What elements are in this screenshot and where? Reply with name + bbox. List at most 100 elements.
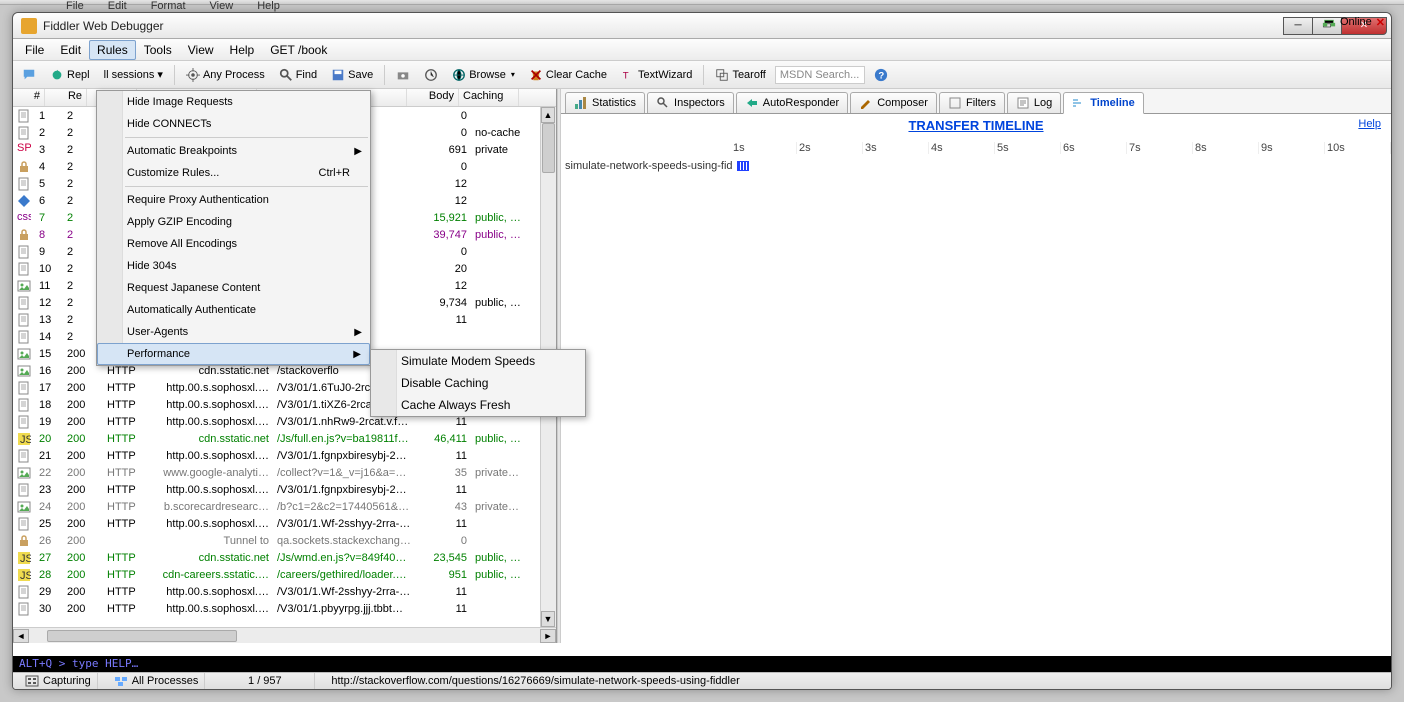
- save-button[interactable]: Save: [326, 66, 378, 84]
- row-icon: JS: [17, 432, 33, 446]
- textwizard-button[interactable]: TTextWizard: [616, 66, 697, 84]
- menu-help[interactable]: Help: [222, 40, 263, 60]
- svg-text:?: ?: [878, 70, 884, 81]
- menu-tools[interactable]: Tools: [136, 40, 180, 60]
- session-row[interactable]: 25200HTTPhttp.00.s.sophosxl.…/V3/01/1.Wf…: [13, 515, 556, 532]
- status-capturing[interactable]: Capturing: [19, 673, 98, 689]
- timeline-panel: TRANSFER TIMELINE Help 1s2s3s4s5s6s7s8s9…: [561, 114, 1391, 643]
- timeline-tick: 10s: [1325, 142, 1391, 154]
- svg-text:JS: JS: [20, 434, 31, 446]
- online-indicator[interactable]: Online ✕: [1322, 15, 1385, 29]
- row-icon: [17, 330, 33, 344]
- menu-item-automatic-breakpoints[interactable]: Automatic Breakpoints▶: [97, 140, 370, 162]
- submenu-item-cache-always-fresh[interactable]: Cache Always Fresh: [371, 394, 585, 416]
- tab-inspectors[interactable]: Inspectors: [647, 92, 734, 113]
- menu-file[interactable]: File: [17, 40, 52, 60]
- textwizard-icon: T: [621, 68, 635, 82]
- help-button[interactable]: ?: [869, 66, 893, 84]
- menu-item-hide-connects[interactable]: Hide CONNECTs: [97, 113, 370, 135]
- menu-item-request-japanese-content[interactable]: Request Japanese Content: [97, 277, 370, 299]
- close-toolbar-icon[interactable]: ✕: [1376, 16, 1385, 29]
- row-icon: [17, 500, 33, 514]
- tearoff-button[interactable]: Tearoff: [710, 66, 770, 84]
- col-result[interactable]: Re: [45, 89, 87, 106]
- svg-text:JS: JS: [20, 553, 31, 565]
- col-index[interactable]: #: [13, 89, 45, 106]
- timeline-tick: 7s: [1127, 142, 1193, 154]
- msdn-search-input[interactable]: MSDN Search...: [775, 66, 865, 84]
- timer-button[interactable]: [419, 66, 443, 84]
- tab-autoresponder[interactable]: AutoResponder: [736, 92, 848, 113]
- menu-rules[interactable]: Rules: [89, 40, 136, 60]
- row-icon: [17, 194, 33, 208]
- menu-item-customize-rules-[interactable]: Customize Rules...Ctrl+R: [97, 162, 370, 184]
- tab-log[interactable]: Log: [1007, 92, 1061, 113]
- session-row[interactable]: 24200HTTPb.scorecardresearc…/b?c1=2&c2=1…: [13, 498, 556, 515]
- browser-icon: [452, 68, 466, 82]
- submenu-item-disable-caching[interactable]: Disable Caching: [371, 372, 585, 394]
- svg-text:JS: JS: [20, 570, 31, 582]
- menu-view[interactable]: View: [180, 40, 222, 60]
- menu-item-hide-s[interactable]: Hide 304s: [97, 255, 370, 277]
- session-row[interactable]: 29200HTTPhttp.00.s.sophosxl.…/V3/01/1.Wf…: [13, 583, 556, 600]
- row-icon: [17, 296, 33, 310]
- menu-item-automatically-authenticate[interactable]: Automatically Authenticate: [97, 299, 370, 321]
- menu-item-hide-image-requests[interactable]: Hide Image Requests: [97, 91, 370, 113]
- network-icon: [1322, 15, 1336, 29]
- rules-dropdown: Hide Image RequestsHide CONNECTs Automati…: [96, 90, 371, 366]
- timeline-title: TRANSFER TIMELINE: [561, 114, 1391, 137]
- replay-button[interactable]: Repl: [45, 66, 95, 84]
- col-body[interactable]: Body: [407, 89, 459, 106]
- timeline-tick: 3s: [863, 142, 929, 154]
- status-processes[interactable]: All Processes: [108, 673, 206, 689]
- session-row[interactable]: 26200Tunnel toqa.sockets.stackexchang…0: [13, 532, 556, 549]
- menu-item-apply-gzip-encoding[interactable]: Apply GZIP Encoding: [97, 211, 370, 233]
- tab-composer[interactable]: Composer: [850, 92, 937, 113]
- inspect-icon: [656, 96, 670, 110]
- row-icon: [17, 585, 33, 599]
- session-row[interactable]: JS27200HTTPcdn.sstatic.net/Js/wmd.en.js?…: [13, 549, 556, 566]
- menu-item-performance[interactable]: Performance▶: [97, 343, 370, 365]
- row-icon: JS: [17, 568, 33, 582]
- menu-item-remove-all-encodings[interactable]: Remove All Encodings: [97, 233, 370, 255]
- menu-item-user-agents[interactable]: User-Agents▶: [97, 321, 370, 343]
- any-process-button[interactable]: Any Process: [181, 66, 270, 84]
- titlebar: Fiddler Web Debugger ─ ▭ ✕: [13, 13, 1391, 39]
- row-icon: [17, 364, 33, 378]
- timeline-tick: 2s: [797, 142, 863, 154]
- menu-item-require-proxy-authentication[interactable]: Require Proxy Authentication: [97, 189, 370, 211]
- minimize-button[interactable]: ─: [1283, 17, 1313, 35]
- menu-getbook[interactable]: GET /book: [262, 40, 335, 60]
- clear-cache-button[interactable]: Clear Cache: [524, 66, 612, 84]
- timeline-ticks: 1s2s3s4s5s6s7s8s9s10s: [731, 142, 1391, 154]
- session-row[interactable]: JS28200HTTPcdn-careers.sstatic.…/careers…: [13, 566, 556, 583]
- processes-icon: [114, 675, 128, 687]
- session-row[interactable]: JS20200HTTPcdn.sstatic.net/Js/full.en.js…: [13, 430, 556, 447]
- timeline-help-link[interactable]: Help: [1358, 118, 1381, 130]
- tab-statistics[interactable]: Statistics: [565, 92, 645, 113]
- right-pane: Statistics Inspectors AutoResponder Comp…: [561, 89, 1391, 643]
- session-row[interactable]: 30200HTTPhttp.00.s.sophosxl.…/V3/01/1.pb…: [13, 600, 556, 617]
- tab-filters[interactable]: Filters: [939, 92, 1005, 113]
- row-icon: JS: [17, 551, 33, 565]
- find-button[interactable]: Find: [274, 66, 322, 84]
- horizontal-scrollbar[interactable]: ◄ ►: [13, 627, 556, 643]
- browse-button[interactable]: Browse▾: [447, 66, 520, 84]
- screenshot-button[interactable]: [391, 66, 415, 84]
- timeline-row[interactable]: simulate-network-speeds-using-fid: [565, 160, 749, 172]
- submenu-item-simulate-modem-speeds[interactable]: Simulate Modem Speeds: [371, 350, 585, 372]
- session-row[interactable]: 21200HTTPhttp.00.s.sophosxl.…/V3/01/1.fg…: [13, 447, 556, 464]
- comment-button[interactable]: [17, 66, 41, 84]
- remove-sessions-button[interactable]: ll sessions ▾: [99, 66, 168, 83]
- row-icon: [17, 483, 33, 497]
- menu-edit[interactable]: Edit: [52, 40, 89, 60]
- session-row[interactable]: 23200HTTPhttp.00.s.sophosxl.…/V3/01/1.fg…: [13, 481, 556, 498]
- tab-timeline[interactable]: Timeline: [1063, 92, 1143, 114]
- row-icon: [17, 279, 33, 293]
- menubar: File Edit Rules Tools View Help GET /boo…: [13, 39, 1391, 61]
- session-row[interactable]: 22200HTTPwww.google-analyti…/collect?v=1…: [13, 464, 556, 481]
- col-caching[interactable]: Caching: [459, 89, 519, 106]
- quickexec-bar[interactable]: ALT+Q > type HELP…: [13, 656, 1391, 673]
- responder-icon: [745, 96, 759, 110]
- timeline-tick: 5s: [995, 142, 1061, 154]
